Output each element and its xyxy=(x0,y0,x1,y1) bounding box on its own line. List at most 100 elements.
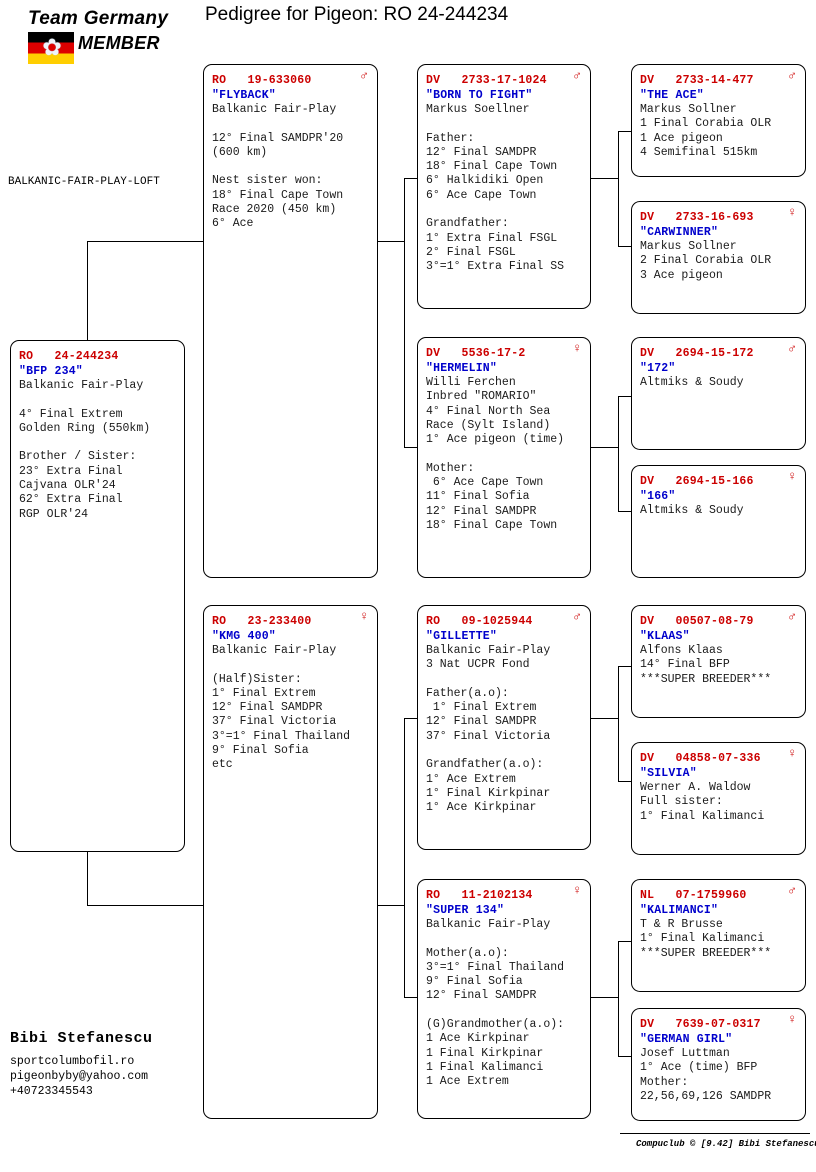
loft-name-label: BALKANIC-FAIR-PLAY-LOFT xyxy=(8,176,160,188)
connector-ss-to-sire xyxy=(618,131,632,133)
pigeon-box-dd-dam[interactable]: DV 7639-07-0317 ♀ "GERMAN GIRL" Josef Lu… xyxy=(631,1008,806,1121)
ring-number: DV 2733-17-1024 xyxy=(426,74,547,87)
owner-phone: +40723345543 xyxy=(10,1085,93,1098)
pigeon-details: Balkanic Fair-Play 12° Final SAMDPR'20 (… xyxy=(212,103,344,231)
connector-sd-to-sire xyxy=(618,396,632,398)
ring-number: DV 04858-07-336 xyxy=(640,752,761,765)
sex-male-icon: ♂ xyxy=(573,609,581,624)
pigeon-details: Alfons Klaas 14° Final BFP ***SUPER BREE… xyxy=(640,644,772,686)
connector-ds-to-sire xyxy=(618,666,632,668)
pigeon-name: "KALIMANCI" xyxy=(640,904,719,917)
pigeon-name: "BFP 234" xyxy=(19,365,83,378)
pigeon-name: "CARWINNER" xyxy=(640,226,719,239)
connector-dam-spine xyxy=(404,718,406,998)
owner-email[interactable]: pigeonbyby@yahoo.com xyxy=(10,1069,153,1084)
pigeon-name: "SILVIA" xyxy=(640,767,697,780)
pigeon-box-dam[interactable]: RO 23-233400 ♀ "KMG 400" Balkanic Fair-P… xyxy=(203,605,378,1119)
ring-number: DV 7639-07-0317 xyxy=(640,1018,761,1031)
connector-dd-to-dam xyxy=(618,1056,632,1058)
pigeon-name: "FLYBACK" xyxy=(212,89,276,102)
pigeon-details: Markus Soellner Father: 12° Final SAMDPR… xyxy=(426,103,565,274)
pigeon-box-dam-dam[interactable]: RO 11-2102134 ♀ "SUPER 134" Balkanic Fai… xyxy=(417,879,591,1119)
ring-number: DV 2733-14-477 xyxy=(640,74,754,87)
sex-female-icon: ♀ xyxy=(788,469,796,484)
pigeon-box-ss-dam[interactable]: DV 2733-16-693 ♀ "CARWINNER" Markus Soll… xyxy=(631,201,806,314)
pigeon-details: Altmiks & Soudy xyxy=(640,504,744,517)
owner-website[interactable]: sportcolumbofil.ro xyxy=(10,1054,153,1069)
connector-dam-out xyxy=(377,905,405,907)
ring-number: DV 5536-17-2 xyxy=(426,347,526,360)
pigeon-details: Balkanic Fair-Play (Half)Sister: 1° Fina… xyxy=(212,644,351,772)
connector-ds-out xyxy=(591,718,619,720)
pigeon-name: "GILLETTE" xyxy=(426,630,498,643)
sex-male-icon: ♂ xyxy=(788,609,796,624)
pigeon-box-dd-sire[interactable]: NL 07-1759960 ♂ "KALIMANCI" T & R Brusse… xyxy=(631,879,806,992)
pigeon-details: Josef Luttman 1° Ace (time) BFP Mother: … xyxy=(640,1047,772,1103)
pigeon-name: "166" xyxy=(640,490,676,503)
team-germany-logo: Team Germany ✿ MEMBER xyxy=(6,6,190,68)
ring-number: DV 2694-15-172 xyxy=(640,347,754,360)
ring-number: RO 09-1025944 xyxy=(426,615,533,628)
footer-credit: Compuclub © [9.42] Bibi Stefanescu xyxy=(636,1139,816,1149)
pigeon-name: "HERMELIN" xyxy=(426,362,498,375)
pigeon-box-sire-dam[interactable]: DV 5536-17-2 ♀ "HERMELIN" Willi Ferchen … xyxy=(417,337,591,578)
pedigree-page: Team Germany ✿ MEMBER Pedigree for Pigeo… xyxy=(0,0,816,1172)
logo-team-text: Team Germany xyxy=(28,8,169,29)
connector-sd-to-dam xyxy=(618,511,632,513)
connector-ds-spine xyxy=(618,666,620,782)
connector-sire-spine xyxy=(404,178,406,448)
logo-member-text: MEMBER xyxy=(78,33,160,53)
sex-female-icon: ♀ xyxy=(788,1012,796,1027)
pigeon-box-subject[interactable]: RO 24-244234 "BFP 234" Balkanic Fair-Pla… xyxy=(10,340,185,852)
connector-sd-out xyxy=(591,447,619,449)
pigeon-details: Markus Sollner 1 Final Corabia OLR 1 Ace… xyxy=(640,103,772,159)
pigeon-box-sd-dam[interactable]: DV 2694-15-166 ♀ "166" Altmiks & Soudy xyxy=(631,465,806,578)
sex-female-icon: ♀ xyxy=(573,883,581,898)
connector-dd-out xyxy=(591,997,619,999)
pigeon-box-sd-sire[interactable]: DV 2694-15-172 ♂ "172" Altmiks & Soudy xyxy=(631,337,806,450)
connector-dd-to-sire xyxy=(618,941,632,943)
connector-ss-to-dam xyxy=(618,246,632,248)
pigeon-box-ds-sire[interactable]: DV 00507-08-79 ♂ "KLAAS" Alfons Klaas 14… xyxy=(631,605,806,718)
sex-female-icon: ♀ xyxy=(573,341,581,356)
pigeon-name: "GERMAN GIRL" xyxy=(640,1033,733,1046)
sex-female-icon: ♀ xyxy=(788,205,796,220)
pigeon-details: Markus Sollner 2 Final Corabia OLR 3 Ace… xyxy=(640,240,772,282)
pigeon-name: "172" xyxy=(640,362,676,375)
connector-ss-spine xyxy=(618,131,620,247)
connector-ss-out xyxy=(591,178,619,180)
connector-ds-to-dam xyxy=(618,781,632,783)
ring-number: DV 00507-08-79 xyxy=(640,615,754,628)
pigeon-box-sire-sire[interactable]: DV 2733-17-1024 ♂ "BORN TO FIGHT" Markus… xyxy=(417,64,591,309)
pigeon-details: Werner A. Waldow Full sister: 1° Final K… xyxy=(640,781,765,823)
pigeon-name: "BORN TO FIGHT" xyxy=(426,89,533,102)
connector-sire-out xyxy=(377,241,405,243)
pigeon-details: Balkanic Fair-Play Mother(a.o): 3°=1° Fi… xyxy=(426,918,565,1089)
connector-subject-to-dam xyxy=(87,905,203,907)
pigeon-box-ss-sire[interactable]: DV 2733-14-477 ♂ "THE ACE" Markus Sollne… xyxy=(631,64,806,177)
connector-subject-to-sire xyxy=(87,241,203,243)
connector-dd-spine xyxy=(618,941,620,1057)
connector-sd-spine xyxy=(618,396,620,512)
sex-male-icon: ♂ xyxy=(788,68,796,83)
pigeon-box-ds-dam[interactable]: DV 04858-07-336 ♀ "SILVIA" Werner A. Wal… xyxy=(631,742,806,855)
sex-male-icon: ♂ xyxy=(360,68,368,83)
pigeon-details: T & R Brusse 1° Final Kalimanci ***SUPER… xyxy=(640,918,772,960)
sex-female-icon: ♀ xyxy=(788,746,796,761)
pigeon-box-dam-sire[interactable]: RO 09-1025944 ♂ "GILLETTE" Balkanic Fair… xyxy=(417,605,591,850)
ring-number: RO 23-233400 xyxy=(212,615,312,628)
owner-name: Bibi Stefanescu xyxy=(10,1030,153,1047)
pigeon-name: "SUPER 134" xyxy=(426,904,505,917)
sex-female-icon: ♀ xyxy=(360,609,368,624)
pigeon-details: Altmiks & Soudy xyxy=(640,376,744,389)
sex-male-icon: ♂ xyxy=(788,883,796,898)
ring-number: RO 11-2102134 xyxy=(426,889,533,902)
ring-number: RO 19-633060 xyxy=(212,74,312,87)
pigeon-name: "THE ACE" xyxy=(640,89,704,102)
sex-male-icon: ♂ xyxy=(573,68,581,83)
pigeon-box-sire[interactable]: RO 19-633060 ♂ "FLYBACK" Balkanic Fair-P… xyxy=(203,64,378,578)
sex-male-icon: ♂ xyxy=(788,341,796,356)
owner-block: Bibi Stefanescu sportcolumbofil.ro pigeo… xyxy=(10,1030,153,1099)
pigeon-details: Balkanic Fair-Play 4° Final Extrem Golde… xyxy=(19,379,151,521)
pigeon-name: "KMG 400" xyxy=(212,630,276,643)
